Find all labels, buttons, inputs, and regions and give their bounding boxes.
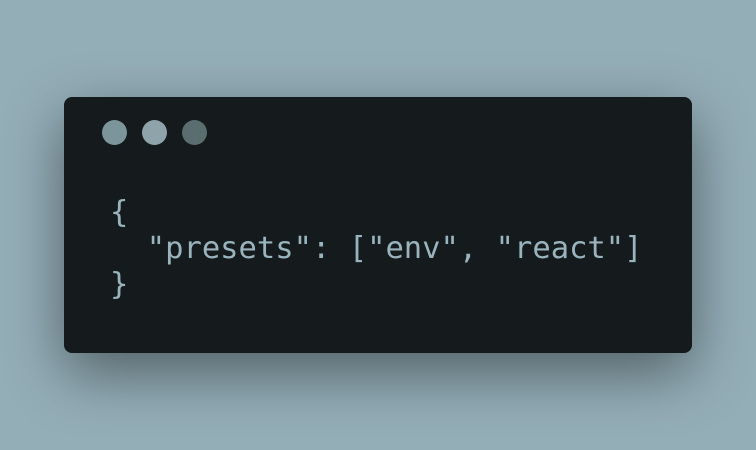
- code-line: {: [110, 195, 129, 230]
- code-window: { "presets": ["env", "react"]}: [64, 97, 692, 353]
- minimize-dot-icon: [142, 120, 167, 145]
- code-line: "presets": ["env", "react"]: [110, 231, 643, 266]
- window-controls: [102, 120, 207, 145]
- close-dot-icon: [102, 120, 127, 145]
- maximize-dot-icon: [182, 120, 207, 145]
- code-block: { "presets": ["env", "react"]}: [110, 195, 643, 303]
- code-line: }: [110, 267, 129, 302]
